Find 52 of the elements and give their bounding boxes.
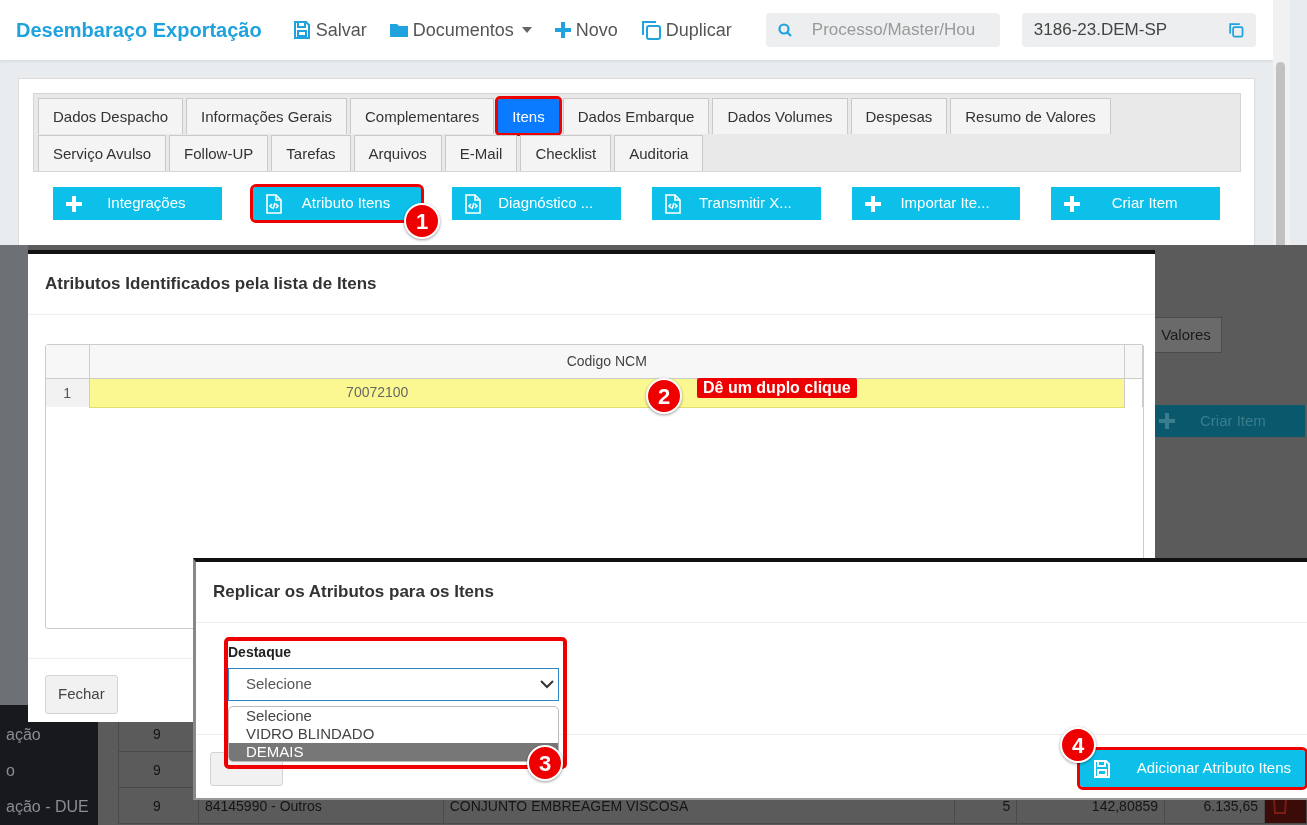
chevron-icon bbox=[540, 680, 554, 689]
tab[interactable]: Serviço Avulso bbox=[38, 135, 167, 171]
tab[interactable]: Dados Despacho bbox=[38, 98, 184, 134]
tab[interactable]: Despesas bbox=[850, 98, 948, 134]
sidebar-item[interactable]: o bbox=[6, 761, 98, 781]
folder-icon bbox=[388, 21, 409, 39]
save-icon bbox=[291, 20, 312, 40]
column-header[interactable]: Codigo NCM bbox=[89, 345, 1125, 379]
plus-icon bbox=[1063, 194, 1082, 213]
copy-icon bbox=[639, 19, 662, 41]
file-code-icon bbox=[664, 193, 682, 214]
plus-icon bbox=[1158, 412, 1176, 430]
search-icon bbox=[777, 23, 792, 37]
sidebar-item[interactable]: ação - DUE bbox=[6, 797, 98, 817]
modal-title: Replicar os Atributos para os Itens bbox=[196, 562, 1307, 624]
tab[interactable]: Itens bbox=[497, 98, 560, 134]
tab[interactable]: E-Mail bbox=[444, 135, 518, 171]
plus-icon bbox=[65, 194, 83, 213]
modal-title: Atributos Identificados pela lista de Itens bbox=[28, 254, 1155, 316]
tab[interactable]: Informações Gerais bbox=[186, 98, 347, 134]
header-action[interactable]: Novo bbox=[553, 16, 618, 44]
hint-label: Dê um duplo clique bbox=[697, 378, 857, 398]
file-code-icon bbox=[264, 193, 283, 214]
dropdown-option[interactable]: VIDRO BLINDADO bbox=[229, 725, 558, 743]
process-number: 3186-23.DEM-SP bbox=[1033, 19, 1168, 42]
file-code-icon bbox=[464, 193, 483, 214]
dropdown-option[interactable]: Selecione bbox=[229, 707, 558, 725]
tab[interactable]: Arquivos bbox=[353, 135, 442, 171]
tab[interactable]: Tarefas bbox=[271, 135, 351, 171]
tab[interactable]: Resumo de Valores bbox=[950, 98, 1111, 134]
tab[interactable]: Dados Embarque bbox=[562, 98, 710, 134]
tab[interactable]: Complementares bbox=[349, 98, 495, 134]
select-value: Selecione bbox=[246, 674, 312, 695]
sidebar-item[interactable]: ação bbox=[6, 725, 98, 745]
search-input[interactable]: Processo/Master/Hou bbox=[809, 16, 980, 44]
plus-icon bbox=[553, 21, 572, 39]
process-field[interactable]: 3186-23.DEM-SP bbox=[1021, 13, 1256, 47]
plus-icon bbox=[863, 194, 882, 213]
app-title: Desembaraço Exportação bbox=[16, 18, 262, 43]
header-action[interactable]: Salvar bbox=[291, 16, 367, 44]
copy-icon[interactable] bbox=[1227, 22, 1244, 38]
header-action[interactable]: Documentos bbox=[388, 16, 532, 44]
close-button[interactable]: Fechar bbox=[45, 675, 118, 714]
tab[interactable]: Checklist bbox=[520, 135, 612, 171]
tab[interactable]: Follow-UP bbox=[169, 135, 269, 171]
select-field[interactable]: Selecione bbox=[228, 668, 559, 701]
tab[interactable]: Auditoria bbox=[614, 135, 704, 171]
tab[interactable]: Dados Volumes bbox=[712, 98, 848, 134]
header-action[interactable]: Duplicar bbox=[639, 16, 732, 44]
row-number: 1 bbox=[46, 378, 89, 408]
field-label: Destaque bbox=[228, 643, 292, 662]
search-field[interactable]: Processo/Master/Hou bbox=[765, 13, 1000, 47]
